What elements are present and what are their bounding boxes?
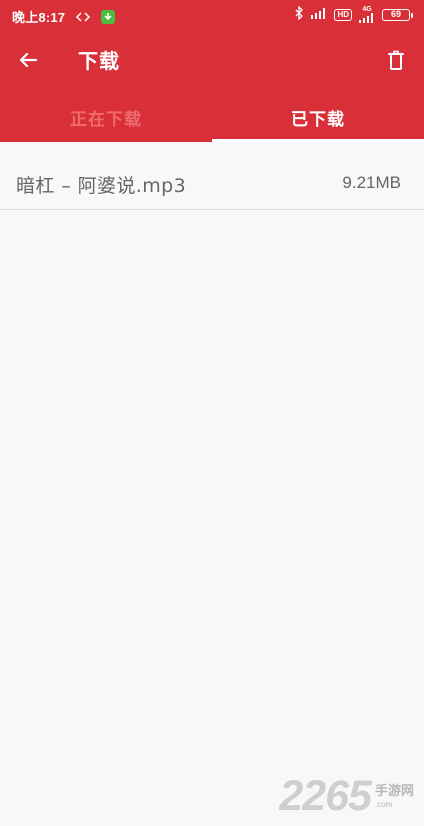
status-left: 晚上8:17 [12,7,116,26]
download-notification-icon [101,9,116,24]
tab-downloaded[interactable]: 已下载 [212,92,424,142]
status-bar: 晚上8:17 HD 4G 69 [0,0,424,30]
arrow-left-icon [19,52,38,68]
back-button[interactable] [14,46,42,74]
bluetooth-icon [294,5,304,23]
downloaded-list: 暗杠 – 阿婆说.mp3 9.21MB [0,142,424,826]
battery-level: 69 [390,9,401,19]
signal-4g-icon: 4G [358,6,376,23]
tab-downloading[interactable]: 正在下载 [0,92,212,142]
trash-icon [388,50,404,70]
watermark-side: 手游网 .com [375,785,414,809]
app-header: 晚上8:17 HD 4G 69 下载 正在下载 已下载 [0,0,424,142]
tab-downloading-label: 正在下载 [70,109,142,130]
hd-badge: HD [334,8,352,21]
watermark-en: .com [374,799,393,809]
tab-bar: 正在下载 已下载 [0,92,424,142]
status-time: 晚上8:17 [12,10,66,25]
tab-downloaded-label: 已下载 [291,109,345,130]
signal-bars-icon [310,7,328,22]
sync-icon [75,11,91,23]
watermark-logo: 2265 手游网 .com [279,775,414,818]
signal-4g-label: 4G [362,6,372,13]
status-right: HD 4G 69 [294,5,413,23]
file-size: 9.21MB [342,173,401,192]
watermark-cn: 手游网 [374,783,414,799]
toolbar: 下载 [0,36,424,86]
page-title: 下载 [78,49,120,73]
battery-icon: 69 [382,8,413,21]
list-item[interactable]: 暗杠 – 阿婆说.mp3 9.21MB [0,154,424,210]
delete-button[interactable] [382,46,410,74]
watermark-number: 2265 [279,772,372,820]
file-name: 暗杠 – 阿婆说.mp3 [16,175,187,197]
